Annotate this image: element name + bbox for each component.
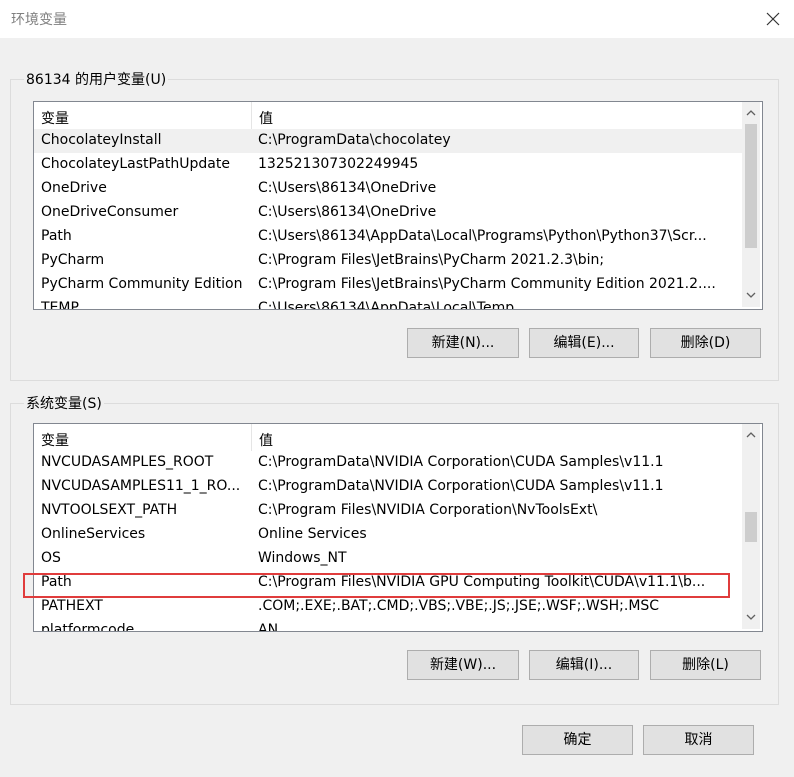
var-value: AN xyxy=(258,622,279,632)
chevron-down-icon xyxy=(746,292,756,298)
system-list-scrollbar[interactable] xyxy=(742,424,760,629)
var-name: NVCUDASAMPLES11_1_RO... xyxy=(41,478,241,494)
column-separator[interactable] xyxy=(251,102,252,129)
scroll-down-button[interactable] xyxy=(742,287,760,305)
var-name: NVTOOLSEXT_PATH xyxy=(41,502,178,518)
user-variables-label: 86134 的用户变量(U) xyxy=(24,69,169,89)
system-new-button[interactable]: 新建(W)... xyxy=(407,650,519,680)
table-row[interactable]: TEMP C:\Users\86134\AppData\Local\Temp xyxy=(34,297,742,310)
column-header-name[interactable]: 变量 xyxy=(41,430,69,450)
table-row[interactable]: ChocolateyInstall C:\ProgramData\chocola… xyxy=(34,129,742,153)
table-row[interactable]: PATHEXT .COM;.EXE;.BAT;.CMD;.VBS;.VBE;.J… xyxy=(34,595,742,619)
table-row[interactable]: PyCharm C:\Program Files\JetBrains\PyCha… xyxy=(34,249,742,273)
table-row[interactable]: OnlineServices Online Services xyxy=(34,523,742,547)
user-delete-button[interactable]: 删除(D) xyxy=(650,328,761,358)
list-header: 变量 值 xyxy=(34,424,742,451)
table-row[interactable]: NVTOOLSEXT_PATH C:\Program Files\NVIDIA … xyxy=(34,499,742,523)
var-name: PyCharm Community Edition xyxy=(41,276,243,292)
scroll-up-button[interactable] xyxy=(742,104,760,122)
var-value: C:\Program Files\NVIDIA Corporation\NvTo… xyxy=(258,502,598,518)
table-row[interactable]: ChocolateyLastPathUpdate 132521307302249… xyxy=(34,153,742,177)
var-value: C:\Users\86134\OneDrive xyxy=(258,180,437,196)
column-header-name[interactable]: 变量 xyxy=(41,108,69,128)
system-rows: NVCUDASAMPLES_ROOT C:\ProgramData\NVIDIA… xyxy=(34,451,742,632)
cancel-button[interactable]: 取消 xyxy=(643,725,754,755)
scroll-up-button[interactable] xyxy=(742,426,760,444)
var-name: ChocolateyInstall xyxy=(41,132,162,148)
system-edit-button[interactable]: 编辑(I)... xyxy=(529,650,639,680)
user-new-button[interactable]: 新建(N)... xyxy=(407,328,519,358)
list-header: 变量 值 xyxy=(34,102,742,129)
table-row[interactable]: PyCharm Community Edition C:\Program Fil… xyxy=(34,273,742,297)
user-list-scrollbar[interactable] xyxy=(742,102,760,307)
system-variables-list[interactable]: 变量 值 NVCUDASAMPLES_ROOT C:\ProgramData\N… xyxy=(33,423,763,632)
var-value: C:\Program Files\JetBrains\PyCharm 2021.… xyxy=(258,252,605,268)
var-value: Windows_NT xyxy=(258,550,347,566)
var-value: C:\Program Files\JetBrains\PyCharm Commu… xyxy=(258,276,716,292)
var-name: Path xyxy=(41,228,72,244)
var-value: Online Services xyxy=(258,526,367,542)
table-row[interactable]: OS Windows_NT xyxy=(34,547,742,571)
system-variables-label: 系统变量(S) xyxy=(24,393,104,413)
user-variables-list[interactable]: 变量 值 ChocolateyInstall C:\ProgramData\ch… xyxy=(33,101,763,310)
ok-button[interactable]: 确定 xyxy=(522,725,633,755)
user-edit-button[interactable]: 编辑(E)... xyxy=(529,328,639,358)
var-value: .COM;.EXE;.BAT;.CMD;.VBS;.VBE;.JS;.JSE;.… xyxy=(258,598,660,614)
var-value: C:\ProgramData\NVIDIA Corporation\CUDA S… xyxy=(258,454,664,470)
table-row[interactable]: OneDrive C:\Users\86134\OneDrive xyxy=(34,177,742,201)
title-bar: 环境变量 xyxy=(0,0,794,38)
var-value: C:\Users\86134\AppData\Local\Programs\Py… xyxy=(258,228,707,244)
chevron-up-icon xyxy=(746,110,756,116)
var-name: platformcode xyxy=(41,622,135,632)
user-rows: ChocolateyInstall C:\ProgramData\chocola… xyxy=(34,129,742,310)
var-value: C:\ProgramData\chocolatey xyxy=(258,132,451,148)
var-name: TEMP xyxy=(41,300,79,310)
var-name: NVCUDASAMPLES_ROOT xyxy=(41,454,214,470)
close-button[interactable] xyxy=(752,0,794,38)
var-value: C:\Users\86134\OneDrive xyxy=(258,204,437,220)
column-header-value[interactable]: 值 xyxy=(259,108,273,128)
var-name: PyCharm xyxy=(41,252,105,268)
scroll-down-button[interactable] xyxy=(742,609,760,627)
var-value: 132521307302249945 xyxy=(258,156,419,172)
var-name: OnlineServices xyxy=(41,526,146,542)
chevron-down-icon xyxy=(746,614,756,620)
table-row[interactable]: OneDriveConsumer C:\Users\86134\OneDrive xyxy=(34,201,742,225)
table-row[interactable]: NVCUDASAMPLES11_1_RO... C:\ProgramData\N… xyxy=(34,475,742,499)
path-row-highlight xyxy=(23,573,730,598)
system-delete-button[interactable]: 删除(L) xyxy=(650,650,761,680)
var-name: ChocolateyLastPathUpdate xyxy=(41,156,230,172)
scroll-thumb[interactable] xyxy=(745,124,757,248)
chevron-up-icon xyxy=(746,432,756,438)
var-value: C:\Users\86134\AppData\Local\Temp xyxy=(258,300,515,310)
var-value: C:\ProgramData\NVIDIA Corporation\CUDA S… xyxy=(258,478,664,494)
var-name: OneDriveConsumer xyxy=(41,204,179,220)
close-icon xyxy=(766,12,780,26)
column-header-value[interactable]: 值 xyxy=(259,430,273,450)
var-name: OneDrive xyxy=(41,180,107,196)
window-title: 环境变量 xyxy=(11,12,67,28)
table-row[interactable]: Path C:\Users\86134\AppData\Local\Progra… xyxy=(34,225,742,249)
scroll-thumb[interactable] xyxy=(745,512,757,542)
var-name: PATHEXT xyxy=(41,598,103,614)
column-separator[interactable] xyxy=(251,424,252,451)
var-name: OS xyxy=(41,550,61,566)
table-row[interactable]: NVCUDASAMPLES_ROOT C:\ProgramData\NVIDIA… xyxy=(34,451,742,475)
table-row[interactable]: platformcode AN xyxy=(34,619,742,632)
